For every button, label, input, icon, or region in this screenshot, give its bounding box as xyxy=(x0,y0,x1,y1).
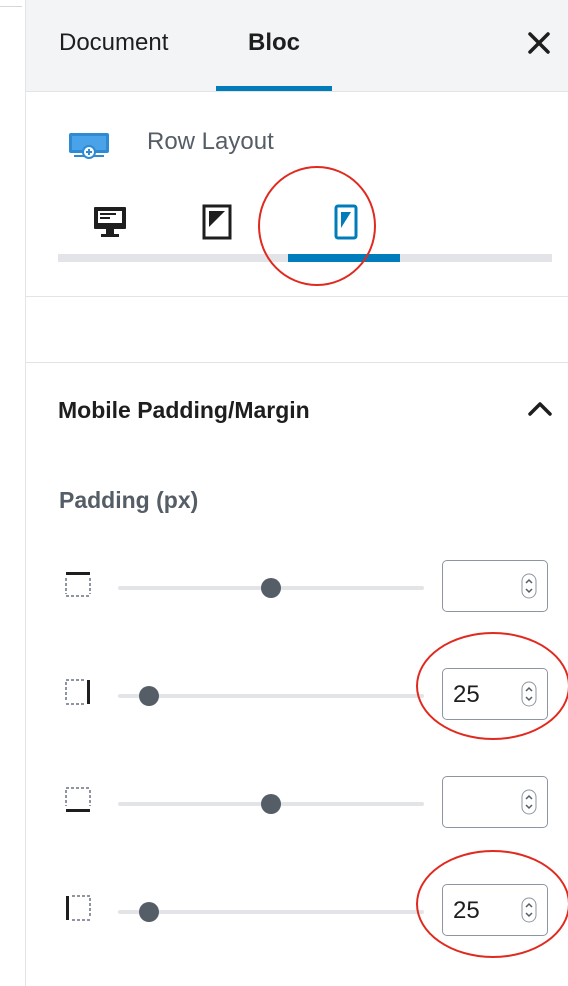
editor-canvas-edge xyxy=(0,0,26,986)
tab-block[interactable]: Bloc xyxy=(216,0,332,91)
padding-slider[interactable] xyxy=(118,794,424,814)
padding-value: 25 xyxy=(453,681,480,708)
tab-document[interactable]: Document xyxy=(59,0,168,91)
spinner-icon[interactable] xyxy=(521,681,537,707)
block-inspector-screenshot: Document Bloc Row Layout Mobile Padding/… xyxy=(0,0,568,986)
desktop-icon xyxy=(94,207,126,237)
close-button[interactable] xyxy=(522,26,556,60)
padding-row-bottom xyxy=(26,776,568,832)
block-title: Row Layout xyxy=(147,128,274,155)
padding-value: 25 xyxy=(453,897,480,924)
panel-title[interactable]: Mobile Padding/Margin xyxy=(58,397,310,424)
device-tab-mobile[interactable] xyxy=(326,202,366,242)
device-active-indicator xyxy=(288,254,400,262)
active-tab-indicator xyxy=(216,86,332,91)
close-icon xyxy=(528,32,550,54)
editor-edge-line xyxy=(0,6,22,7)
padding-slider[interactable] xyxy=(118,902,424,922)
slider-thumb[interactable] xyxy=(138,686,159,706)
row-layout-icon xyxy=(69,133,109,159)
device-tabs xyxy=(58,190,552,264)
slider-thumb[interactable] xyxy=(138,902,159,922)
block-settings-sidebar: Document Bloc Row Layout Mobile Padding/… xyxy=(26,0,568,986)
mobile-padding-panel: Mobile Padding/Margin Padding (px) 25 25 xyxy=(26,363,568,986)
padding-input[interactable] xyxy=(442,776,548,828)
padding-right-icon xyxy=(65,679,90,705)
padding-bottom-icon xyxy=(65,787,91,812)
slider-thumb[interactable] xyxy=(261,578,281,598)
padding-slider[interactable] xyxy=(118,686,424,706)
padding-input[interactable]: 25 xyxy=(442,668,548,720)
padding-input[interactable]: 25 xyxy=(442,884,548,936)
padding-row-top xyxy=(26,560,568,616)
padding-label: Padding (px) xyxy=(59,487,199,513)
spinner-icon[interactable] xyxy=(521,789,537,815)
block-card: Row Layout xyxy=(26,92,568,297)
device-tab-desktop[interactable] xyxy=(90,202,130,242)
chevron-up-icon[interactable] xyxy=(526,399,554,419)
spinner-icon[interactable] xyxy=(521,573,537,599)
mobile-icon xyxy=(334,204,358,240)
tab-block-label: Bloc xyxy=(247,29,300,56)
padding-left-icon xyxy=(66,895,91,921)
device-tab-tablet[interactable] xyxy=(198,202,238,242)
slider-thumb[interactable] xyxy=(261,794,281,814)
padding-slider[interactable] xyxy=(118,578,424,598)
spinner-icon[interactable] xyxy=(521,897,537,923)
padding-top-icon xyxy=(65,572,91,597)
padding-row-right: 25 xyxy=(26,668,568,724)
empty-section xyxy=(26,297,568,363)
tablet-icon xyxy=(202,204,232,240)
padding-row-left: 25 xyxy=(26,884,568,940)
sidebar-tabs: Document Bloc xyxy=(26,0,568,92)
padding-input[interactable] xyxy=(442,560,548,612)
